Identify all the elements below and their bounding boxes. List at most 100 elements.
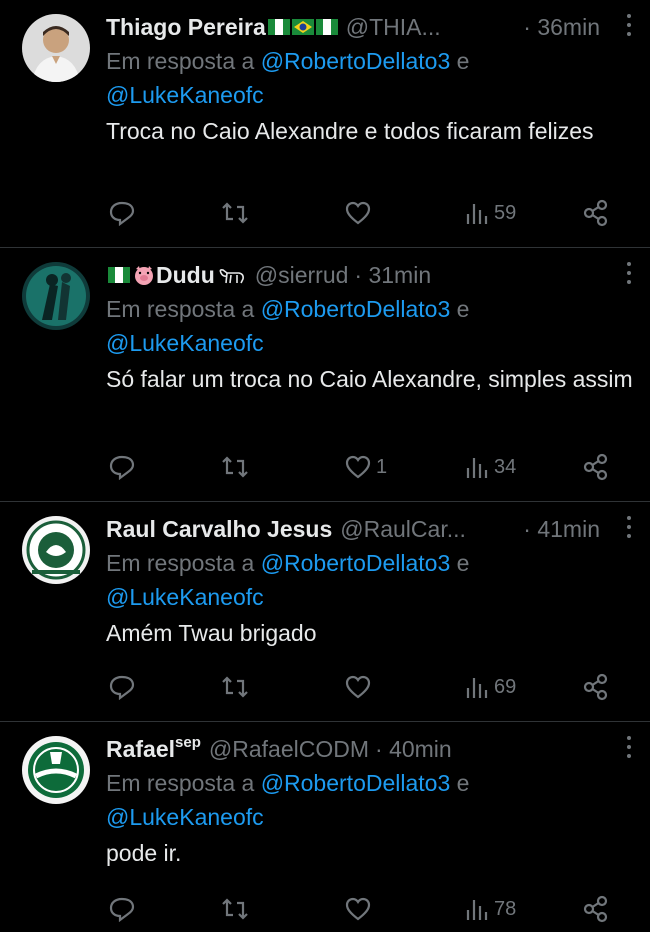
views-icon — [466, 458, 488, 478]
views-count: 78 — [494, 897, 517, 920]
reply-joiner: e — [456, 48, 470, 74]
reply-icon — [109, 675, 135, 700]
reply-prefix: Em resposta a — [106, 48, 255, 74]
like-icon — [345, 675, 371, 699]
reply-icon — [109, 201, 135, 226]
like-icon — [345, 455, 371, 479]
avatar[interactable] — [22, 14, 90, 82]
like-icon — [345, 897, 371, 921]
share-button[interactable] — [582, 895, 610, 923]
reply-joiner: e — [456, 770, 470, 796]
share-icon — [583, 199, 608, 227]
like-count: 1 — [376, 455, 388, 478]
share-button[interactable] — [582, 199, 610, 227]
action-bar: 1 34 — [106, 452, 636, 482]
tweet[interactable]: Dudu @sierrud · 31min Em resposta a @Rob… — [0, 248, 650, 502]
mention-link[interactable]: @RobertoDellato3 — [261, 550, 451, 576]
retweet-button[interactable] — [220, 674, 250, 700]
more-icon[interactable] — [626, 14, 632, 36]
name-superscript: sep — [175, 734, 201, 751]
like-button[interactable] — [344, 200, 376, 226]
reply-joiner: e — [456, 296, 470, 322]
views-count: 34 — [494, 455, 517, 478]
mention-link[interactable]: @LukeKaneofc — [106, 804, 264, 830]
bull-icon — [219, 269, 244, 284]
mention-link[interactable]: @LukeKaneofc — [106, 82, 264, 108]
retweet-icon — [222, 898, 248, 920]
tweet-text: pode ir. — [106, 840, 182, 866]
views-icon — [466, 204, 488, 224]
nigeria-flag-icon — [108, 267, 130, 283]
display-name[interactable]: Raul Carvalho Jesus — [106, 516, 332, 543]
retweet-button[interactable] — [220, 200, 250, 226]
display-name[interactable]: Rafael — [106, 736, 175, 763]
reply-context: Em resposta a @RobertoDellato3 e @LukeKa… — [106, 44, 636, 112]
tweet[interactable]: Rafael sep @RafaelCODM · 40min Em respost… — [0, 722, 650, 932]
reply-icon — [109, 455, 135, 480]
mention-link[interactable]: @LukeKaneofc — [106, 584, 264, 610]
name-flags — [267, 19, 338, 35]
pig-face-icon — [135, 266, 153, 285]
brazil-flag-icon — [291, 19, 314, 35]
handle[interactable]: @THIA... — [346, 14, 441, 41]
like-button[interactable] — [344, 896, 376, 922]
mention-link[interactable]: @RobertoDellato3 — [261, 296, 451, 322]
reply-prefix: Em resposta a — [106, 550, 255, 576]
share-icon — [583, 895, 608, 923]
reply-icon — [109, 897, 135, 922]
views-count: 59 — [494, 201, 517, 224]
mention-link[interactable]: @RobertoDellato3 — [261, 770, 451, 796]
reply-joiner: e — [456, 550, 470, 576]
share-icon — [583, 673, 608, 701]
more-icon[interactable] — [626, 262, 632, 284]
tweet-text: Amém Twau brigado — [106, 620, 317, 646]
reply-button[interactable] — [108, 200, 136, 226]
views-count: 69 — [494, 675, 517, 698]
more-icon[interactable] — [626, 736, 632, 758]
views-button[interactable]: 69 — [464, 674, 516, 700]
retweet-button[interactable] — [220, 896, 250, 922]
share-icon — [583, 453, 608, 481]
tweet[interactable]: Raul Carvalho Jesus @RaulCar... · 41min … — [0, 502, 650, 722]
like-icon — [345, 201, 371, 225]
tweet[interactable]: Thiago Pereira @THIA... · 36min Em respo… — [0, 0, 650, 248]
share-button[interactable] — [582, 453, 610, 481]
views-button[interactable]: 59 — [464, 200, 516, 226]
avatar[interactable] — [22, 262, 90, 330]
views-icon — [466, 900, 488, 920]
handle[interactable]: @RafaelCODM — [209, 736, 369, 763]
like-button[interactable]: 1 — [344, 454, 387, 480]
reply-context: Em resposta a @RobertoDellato3 e @LukeKa… — [106, 292, 636, 360]
timestamp[interactable]: · 31min — [354, 262, 467, 289]
retweet-button[interactable] — [220, 454, 250, 480]
tweet-text: Só falar um troca no Caio Alexandre, sim… — [106, 366, 633, 392]
action-bar: 78 — [106, 894, 636, 924]
views-button[interactable]: 78 — [464, 896, 516, 922]
reply-button[interactable] — [108, 454, 136, 480]
tweet-text: Troca no Caio Alexandre e todos ficaram … — [106, 118, 594, 144]
retweet-icon — [222, 676, 248, 698]
display-name[interactable]: Dudu — [156, 262, 215, 289]
share-button[interactable] — [582, 673, 610, 701]
reply-context: Em resposta a @RobertoDellato3 e @LukeKa… — [106, 766, 636, 834]
mention-link[interactable]: @LukeKaneofc — [106, 330, 264, 356]
retweet-icon — [222, 456, 248, 478]
display-name[interactable]: Thiago Pereira — [106, 14, 266, 41]
timestamp[interactable]: · 40min — [375, 736, 488, 763]
avatar[interactable] — [22, 736, 90, 804]
reply-button[interactable] — [108, 896, 136, 922]
name-flags — [108, 264, 156, 286]
timestamp[interactable]: · 41min — [523, 516, 636, 543]
action-bar: 59 — [106, 198, 636, 228]
timestamp[interactable]: · 36min — [523, 14, 636, 41]
like-button[interactable] — [344, 674, 376, 700]
nigeria-flag-icon — [315, 19, 338, 35]
avatar[interactable] — [22, 516, 90, 584]
mention-link[interactable]: @RobertoDellato3 — [261, 48, 451, 74]
more-icon[interactable] — [626, 516, 632, 538]
reply-button[interactable] — [108, 674, 136, 700]
reply-prefix: Em resposta a — [106, 296, 255, 322]
views-button[interactable]: 34 — [464, 454, 516, 480]
handle[interactable]: @sierrud — [255, 262, 349, 289]
handle[interactable]: @RaulCar... — [340, 516, 466, 543]
